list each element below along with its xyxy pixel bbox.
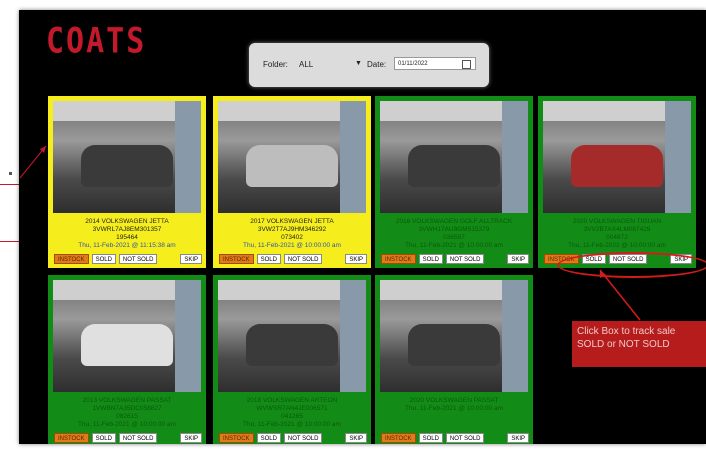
annotation-arrows [19,145,641,321]
arrow-to-buttons [599,269,641,321]
callout-box: Click Box to track sale SOLD or NOT SOLD [572,321,706,367]
